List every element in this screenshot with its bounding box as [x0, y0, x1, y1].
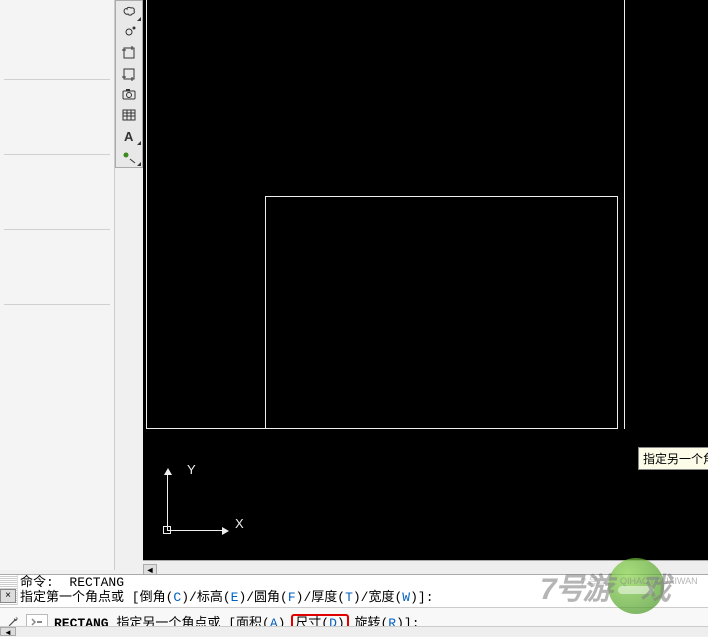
camera-icon [121, 86, 137, 102]
crop2-button[interactable] [116, 63, 142, 84]
command-history[interactable]: 命令: RECTANG 指定第一个角点或 [倒角(C)/标高(E)/圆角(F)/… [20, 575, 708, 605]
point-button[interactable] [116, 146, 142, 167]
properties-panel [0, 0, 115, 570]
drawing-canvas[interactable]: Y X [143, 0, 708, 560]
text-button[interactable]: A [116, 126, 142, 147]
draw-toolbar: A [115, 0, 143, 168]
text-icon: A [121, 128, 137, 144]
crop1-button[interactable] [116, 43, 142, 64]
panel-section-3 [4, 175, 110, 230]
wipeout-button[interactable] [116, 22, 142, 43]
svg-text:A: A [124, 129, 134, 144]
panel-section-2 [4, 100, 110, 155]
scroll-left-icon[interactable]: ◄ [0, 627, 16, 636]
point-icon [121, 149, 137, 165]
wipeout-icon [121, 24, 137, 40]
bottom-scrollbar[interactable]: ◄ [0, 626, 708, 636]
ucs-x-label: X [235, 516, 244, 531]
table-button[interactable] [116, 105, 142, 126]
dynamic-input-tooltip: 指定另一个角 [638, 447, 708, 470]
revision-cloud-button[interactable] [116, 1, 142, 22]
table-icon [121, 107, 137, 123]
panel-section-4 [4, 250, 110, 305]
cmdwin-close-button[interactable]: × [0, 589, 16, 603]
ucs-y-label: Y [187, 462, 196, 477]
camera-button[interactable] [116, 84, 142, 105]
ucs-icon: Y X [161, 458, 241, 538]
crop1-icon [121, 45, 137, 61]
crop2-icon [121, 66, 137, 82]
canvas-hscrollbar[interactable]: ◄ [143, 560, 708, 574]
panel-section-1 [4, 0, 110, 80]
drawn-rectangle-2 [265, 196, 618, 429]
revision-cloud-icon [121, 3, 137, 19]
